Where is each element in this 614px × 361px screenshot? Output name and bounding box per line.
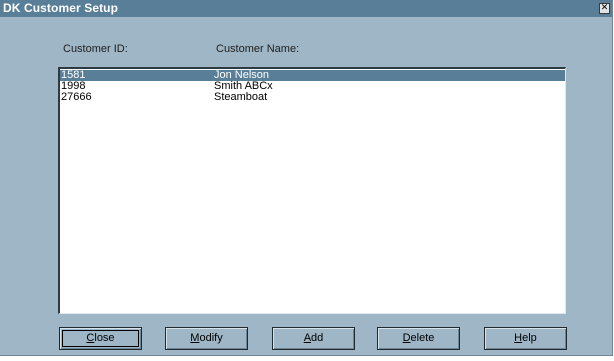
delete-button-label: elete (410, 332, 435, 344)
delete-button[interactable]: Delete (377, 327, 460, 350)
window-title: DK Customer Setup (3, 1, 119, 15)
customer-id-header: Customer ID: (63, 43, 128, 55)
customer-row[interactable]: 27666 Steamboat (60, 92, 565, 103)
customer-name-header: Customer Name: (216, 43, 300, 55)
help-button-mnemonic: H (514, 332, 523, 344)
help-button-label: elp (522, 332, 537, 344)
close-button[interactable]: Close (59, 327, 142, 350)
customer-setup-window: DK Customer Setup ✕ Customer ID: Custome… (0, 0, 613, 356)
customer-row[interactable]: 1998 Smith ABCx (60, 81, 565, 92)
customer-name-cell: Steamboat (214, 91, 268, 103)
add-button-label: dd (311, 332, 324, 344)
modify-button[interactable]: Modify (165, 327, 248, 350)
title-bar[interactable]: DK Customer Setup ✕ (0, 0, 612, 17)
customer-listbox[interactable]: 1581 Jon Nelson 1998 Smith ABCx 27666 St… (58, 67, 566, 314)
add-button[interactable]: Add (272, 327, 355, 350)
customer-id-cell: 27666 (61, 91, 92, 103)
help-button[interactable]: Help (484, 327, 567, 350)
close-window-icon[interactable]: ✕ (599, 3, 610, 14)
customer-row[interactable]: 1581 Jon Nelson (60, 70, 565, 81)
delete-button-mnemonic: D (402, 332, 411, 344)
close-button-label: lose (94, 332, 115, 344)
add-button-mnemonic: A (303, 332, 312, 344)
modify-button-label: odify (199, 332, 223, 344)
